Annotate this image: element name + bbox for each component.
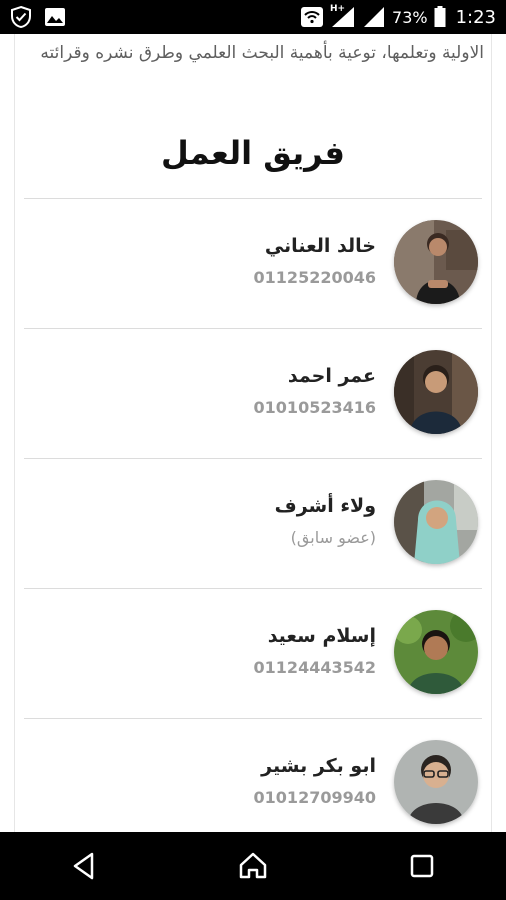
member-info: إسلام سعيد 01124443542 — [254, 622, 376, 682]
member-item[interactable]: ولاء أشرف (عضو سابق) — [24, 458, 482, 588]
wifi-icon — [300, 6, 324, 28]
avatar — [394, 350, 478, 434]
member-status: (عضو سابق) — [290, 528, 376, 547]
home-icon — [239, 852, 267, 879]
member-phone[interactable]: 01012709940 — [254, 784, 376, 812]
intro-text: الاولية وتعلمها، توعية بأهمية البحث العل… — [40, 43, 484, 63]
back-button[interactable] — [54, 836, 114, 896]
member-info: ولاء أشرف (عضو سابق) — [275, 492, 376, 552]
member-info: ابو بكر بشير 01012709940 — [254, 752, 376, 812]
recents-icon — [410, 854, 433, 878]
content-scroll[interactable]: الاولية وتعلمها، توعية بأهمية البحث العل… — [0, 34, 506, 832]
avatar — [394, 220, 478, 304]
member-name: ابو بكر بشير — [261, 755, 376, 777]
member-name: إسلام سعيد — [267, 625, 376, 647]
member-phone[interactable]: 01125220046 — [254, 264, 376, 292]
status-bar: H+ 73% 1:23 — [0, 0, 506, 34]
member-phone[interactable]: 01010523416 — [254, 394, 376, 422]
member-item[interactable]: إسلام سعيد 01124443542 — [24, 588, 482, 718]
recents-button[interactable] — [392, 836, 452, 896]
battery-icon — [434, 6, 446, 28]
status-time: 1:23 — [455, 6, 496, 28]
member-phone[interactable]: 01124443542 — [254, 654, 376, 682]
signal-h-icon: H+ — [330, 4, 356, 28]
home-button[interactable] — [223, 836, 283, 896]
member-info: عمر احمد 01010523416 — [254, 362, 376, 422]
status-left — [10, 5, 66, 29]
battery-percent: 73% — [392, 7, 428, 27]
avatar — [394, 610, 478, 694]
member-info: خالد العناني 01125220046 — [254, 232, 376, 292]
image-icon — [44, 7, 66, 27]
avatar — [394, 480, 478, 564]
avatar — [394, 740, 478, 824]
member-item[interactable]: خالد العناني 01125220046 — [24, 198, 482, 328]
member-name: خالد العناني — [264, 235, 376, 257]
signal-icon — [362, 6, 386, 28]
member-item[interactable]: عمر احمد 01010523416 — [24, 328, 482, 458]
shield-check-icon — [10, 5, 32, 29]
page-title: فريق العمل — [161, 134, 345, 172]
member-name: عمر احمد — [287, 365, 376, 387]
network-type-label: H+ — [330, 4, 346, 14]
status-right: H+ 73% 1:23 — [300, 4, 496, 28]
member-name: ولاء أشرف — [274, 495, 376, 517]
member-item[interactable]: ابو بكر بشير 01012709940 — [24, 718, 482, 832]
navigation-bar — [0, 832, 506, 900]
back-icon — [74, 852, 94, 880]
